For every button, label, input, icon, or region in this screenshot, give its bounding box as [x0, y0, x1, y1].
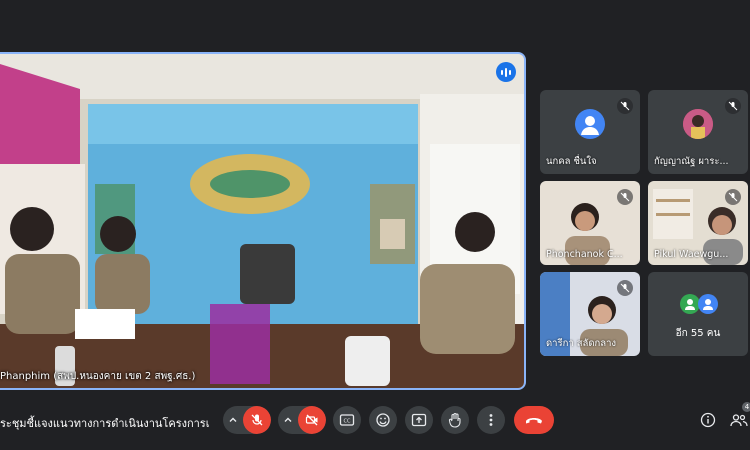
mic-off-icon [617, 280, 633, 296]
participant-name: Pikul Waewgu... [654, 249, 729, 260]
raise-hand-button[interactable] [441, 406, 469, 434]
participant-tile[interactable]: ดารีกา สลัดกลาง [540, 272, 640, 356]
captions-icon: CC [339, 414, 355, 426]
chevron-up-icon[interactable] [223, 406, 243, 434]
people-icon [730, 414, 748, 427]
camera-control [278, 406, 326, 434]
participant-name: กัญญาณัฐ ผาระ... [654, 156, 729, 167]
present-button[interactable] [405, 406, 433, 434]
camera-toggle-button[interactable] [298, 406, 326, 434]
participant-count-badge: 4 [742, 402, 750, 412]
emoji-icon [376, 413, 390, 427]
present-icon [411, 413, 427, 427]
chevron-up-icon[interactable] [278, 406, 298, 434]
speaker-video [0, 54, 524, 388]
mic-off-icon [617, 98, 633, 114]
more-options-button[interactable] [477, 406, 505, 434]
participant-tile[interactable]: Pikul Waewgu... [648, 181, 748, 265]
mic-off-icon [617, 189, 633, 205]
others-tile[interactable]: อีก 55 คน [648, 272, 748, 356]
main-speaker-tile[interactable]: Phanphim (สพป.หนองคาย เขต 2 สพฐ.ศธ.) [0, 52, 526, 390]
meeting-title: ระชุมชี้แจงแนวทางการดำเนินงานโครงการเสริ… [0, 417, 210, 430]
svg-text:CC: CC [344, 419, 351, 425]
participant-name: ดารีกา สลัดกลาง [546, 338, 617, 349]
participant-tile[interactable]: กัญญาณัฐ ผาระ... [648, 90, 748, 174]
mic-toggle-button[interactable] [243, 406, 271, 434]
participant-name: นกคล ชื่นใจ [546, 156, 597, 167]
audio-level-icon [496, 62, 516, 82]
more-options-icon [489, 414, 493, 426]
bottom-toolbar: ระชุมชี้แจงแนวทางการดำเนินงานโครงการเสริ… [0, 396, 750, 450]
captions-button[interactable]: CC [333, 406, 361, 434]
profile-photo [683, 108, 713, 139]
camera-off-icon [305, 414, 318, 426]
others-avatars [680, 294, 718, 314]
mic-off-icon [725, 98, 741, 114]
raise-hand-icon [448, 412, 461, 428]
leave-call-button[interactable] [514, 406, 554, 434]
people-button[interactable]: 4 [728, 402, 750, 430]
main-speaker-name: Phanphim (สพป.หนองคาย เขต 2 สพฐ.ศธ.) [0, 371, 196, 382]
default-avatar-icon [575, 108, 605, 139]
mic-control [223, 406, 271, 434]
mic-off-icon [251, 414, 263, 426]
mic-off-icon [725, 189, 741, 205]
others-count-label: อีก 55 คน [675, 328, 721, 339]
leave-call-icon [526, 418, 542, 424]
meeting-details-button[interactable] [698, 410, 718, 430]
participant-name: Phonchanok C... [546, 249, 623, 260]
participant-tile[interactable]: Phonchanok C... [540, 181, 640, 265]
reactions-button[interactable] [369, 406, 397, 434]
info-icon [700, 412, 716, 428]
participant-tile[interactable]: นกคล ชื่นใจ [540, 90, 640, 174]
